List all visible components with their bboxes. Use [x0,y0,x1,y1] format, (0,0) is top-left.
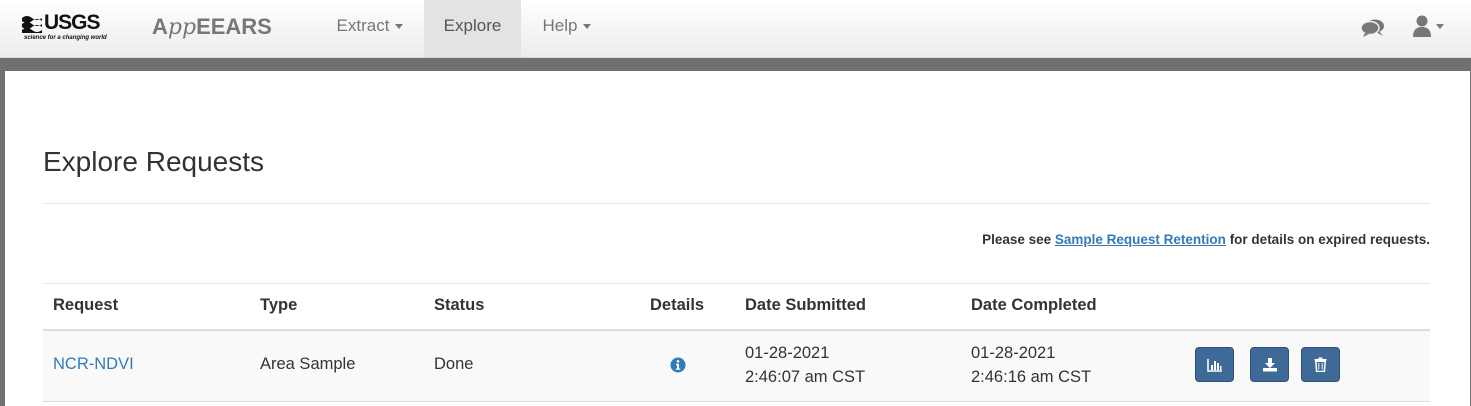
column-header-type[interactable]: Type [260,296,297,315]
caret-down-icon [395,24,404,30]
info-icon[interactable] [670,357,686,373]
usgs-logo[interactable]: USGS science for a changing world [22,11,112,47]
delete-button[interactable] [1301,347,1340,382]
request-name-link[interactable]: NCR-NDVI [53,355,134,374]
column-header-status[interactable]: Status [434,296,484,315]
title-divider [43,203,1430,204]
user-icon [1413,15,1431,37]
column-header-request[interactable]: Request [53,296,118,315]
request-type: Area Sample [260,355,356,373]
nav-extract[interactable]: Extract [320,0,420,57]
caret-down-icon [583,24,592,30]
sample-retention-link[interactable]: Sample Request Retention [1055,232,1226,247]
date-submitted: 01-28-2021 [745,344,830,362]
usgs-tagline: science for a changing world [24,35,107,41]
comments-icon[interactable] [1361,18,1385,38]
chart-icon [1206,358,1222,372]
column-header-details: Details [650,296,705,314]
caret-down-icon [1436,24,1444,29]
user-menu[interactable] [1412,14,1450,40]
appeears-brand[interactable]: AppEEARS [152,14,272,40]
column-header-date-completed[interactable]: Date Completed [971,296,1097,315]
page-title: Explore Requests [43,146,265,177]
trash-icon [1314,357,1327,372]
time-completed: 2:46:16 am CST [971,368,1092,386]
time-submitted: 2:46:07 am CST [745,368,866,386]
retention-notice: Please see Sample Request Retention for … [982,232,1430,247]
nav-explore[interactable]: Explore [424,0,521,57]
top-navbar: USGS science for a changing world AppEEA… [0,0,1471,58]
table-top-divider [43,283,1430,284]
request-status: Done [434,355,474,373]
download-button[interactable] [1250,347,1289,382]
nav-help[interactable]: Help [527,0,607,57]
table-row: NCR-NDVI Area Sample Done 01-28-2021 2:4… [43,331,1430,402]
usgs-waves-icon [22,16,42,33]
date-completed: 01-28-2021 [971,344,1056,362]
column-header-date-submitted[interactable]: Date Submitted [745,296,866,315]
usgs-logo-text: USGS [44,11,101,34]
view-chart-button[interactable] [1195,347,1234,382]
download-icon [1262,358,1277,372]
